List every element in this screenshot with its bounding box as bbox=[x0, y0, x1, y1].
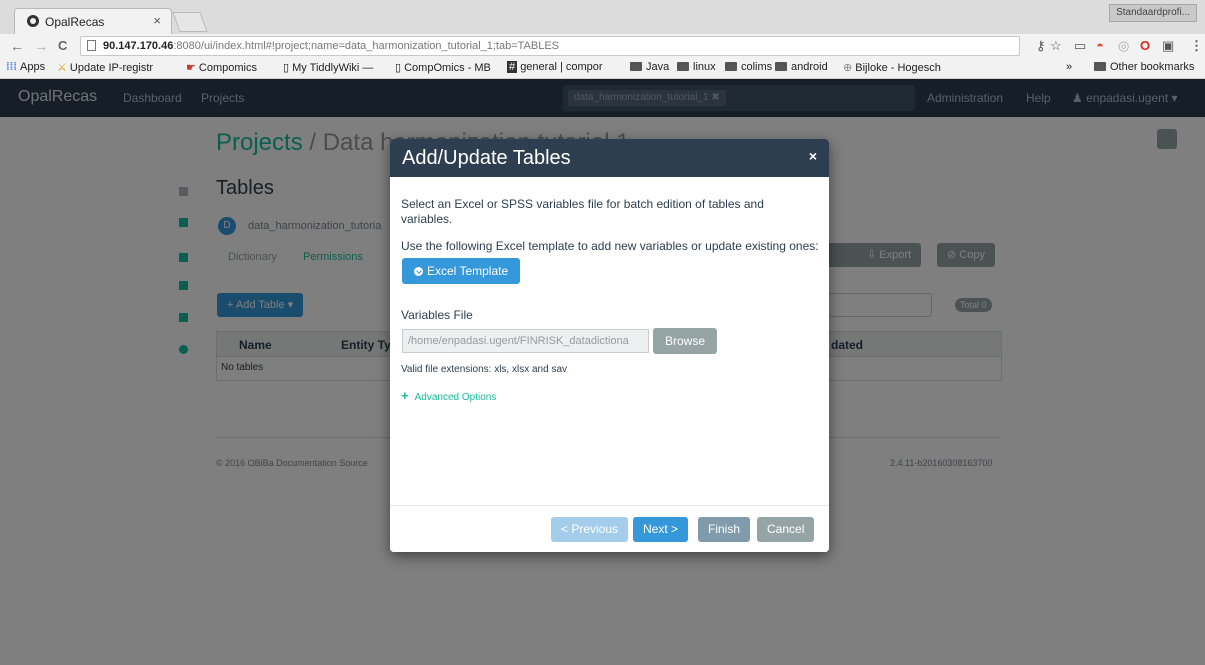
folder-icon bbox=[630, 62, 642, 71]
previous-button[interactable]: < Previous bbox=[551, 517, 629, 542]
template-text: Use the following Excel template to add … bbox=[401, 239, 819, 253]
bookmark-item[interactable]: ⊕ Bijloke - Hogesch bbox=[843, 61, 941, 74]
bookmark-folder[interactable]: colims bbox=[725, 61, 772, 73]
address-bar[interactable]: 90.147.170.46:8080/ui/index.html#!projec… bbox=[80, 36, 1020, 56]
modal-body: Select an Excel or SPSS variables file f… bbox=[390, 177, 829, 507]
extension-icon[interactable]: ◎ bbox=[1118, 38, 1129, 54]
tab-title: OpalRecas bbox=[45, 15, 105, 29]
variables-file-label: Variables File bbox=[401, 308, 473, 322]
next-button[interactable]: Next > bbox=[633, 517, 689, 542]
folder-icon bbox=[677, 62, 689, 71]
bookmarks-bar: ⁞⁞⁞ Apps ⚔ Update IP-registr ☛ Compomics… bbox=[0, 58, 1205, 79]
page-icon: ▯ bbox=[283, 62, 293, 74]
slack-icon: # bbox=[507, 61, 518, 73]
plus-icon: + bbox=[401, 388, 409, 403]
browser-tabstrip: OpalRecas × Standaardprofi... bbox=[0, 0, 1205, 34]
opera-icon[interactable]: O bbox=[1140, 38, 1150, 53]
add-update-tables-modal: Add/Update Tables × Select an Excel or S… bbox=[390, 139, 829, 552]
modal-title: Add/Update Tables bbox=[402, 147, 571, 169]
cancel-button[interactable]: Cancel bbox=[757, 517, 815, 542]
new-tab-button[interactable] bbox=[172, 12, 208, 32]
menu-icon[interactable]: ⋮ bbox=[1190, 38, 1203, 54]
modal-footer: < Previous Next > Finish Cancel bbox=[390, 505, 829, 552]
reload-icon[interactable]: C bbox=[58, 38, 67, 53]
key-icon[interactable]: ⚷ bbox=[1036, 38, 1046, 54]
bookmark-apps[interactable]: ⁞⁞⁞ Apps bbox=[6, 61, 45, 73]
bookmark-item[interactable]: ▯ My TiddlyWiki — bbox=[283, 61, 373, 74]
folder-icon bbox=[1094, 62, 1106, 71]
bookmarks-overflow-icon[interactable]: » bbox=[1066, 61, 1072, 73]
folder-icon bbox=[775, 62, 787, 71]
bookmark-folder[interactable]: android bbox=[775, 61, 828, 73]
bookmark-favicon-icon: ☛ bbox=[186, 62, 199, 74]
back-icon[interactable]: ← bbox=[10, 38, 24, 54]
url-text: 90.147.170.46:8080/ui/index.html#!projec… bbox=[103, 40, 560, 52]
extension-icon[interactable]: ◓ bbox=[1096, 38, 1104, 53]
variables-file-input[interactable] bbox=[402, 329, 649, 353]
other-bookmarks[interactable]: Other bookmarks bbox=[1094, 61, 1194, 73]
close-icon[interactable]: × bbox=[809, 148, 817, 164]
modal-header: Add/Update Tables × bbox=[390, 139, 829, 177]
excel-template-button[interactable]: Excel Template bbox=[402, 258, 521, 284]
apps-grid-icon: ⁞⁞⁞ bbox=[6, 61, 21, 73]
bookmark-item[interactable]: ▯ CompOmics - MB bbox=[395, 61, 491, 74]
valid-extensions-hint: Valid file extensions: xls, xlsx and sav bbox=[401, 364, 568, 375]
page-icon: ▯ bbox=[395, 62, 405, 74]
forward-icon[interactable]: → bbox=[34, 38, 48, 54]
opal-favicon-icon bbox=[27, 15, 39, 27]
browse-button[interactable]: Browse bbox=[653, 328, 718, 354]
bookmark-folder[interactable]: Java bbox=[630, 61, 669, 73]
profile-button[interactable]: Standaardprofi... bbox=[1109, 4, 1197, 22]
bookmark-folder[interactable]: linux bbox=[677, 61, 716, 73]
folder-icon bbox=[725, 62, 737, 71]
bookmark-item[interactable]: ⚔ Update IP-registr bbox=[57, 61, 153, 74]
bookmark-favicon-icon: ⚔ bbox=[57, 62, 70, 74]
advanced-options-link[interactable]: + Advanced Options bbox=[401, 388, 496, 403]
finish-button[interactable]: Finish bbox=[698, 517, 751, 542]
browser-tab[interactable]: OpalRecas × bbox=[14, 8, 172, 34]
intro-text: Select an Excel or SPSS variables file f… bbox=[401, 197, 764, 226]
bookmark-star-icon[interactable]: ☆ bbox=[1050, 38, 1062, 54]
bookmark-favicon-icon: ⊕ bbox=[843, 62, 856, 74]
pocket-icon[interactable]: ▣ bbox=[1162, 38, 1174, 54]
page-icon bbox=[87, 40, 96, 51]
browser-toolbar: ← → C 90.147.170.46:8080/ui/index.html#!… bbox=[0, 34, 1205, 58]
cast-icon[interactable]: ▭ bbox=[1074, 38, 1086, 54]
download-icon bbox=[414, 267, 423, 276]
bookmark-item[interactable]: ☛ Compomics bbox=[186, 61, 257, 74]
tab-close-icon[interactable]: × bbox=[153, 13, 161, 28]
bookmark-item[interactable]: # general | compor bbox=[507, 61, 603, 73]
